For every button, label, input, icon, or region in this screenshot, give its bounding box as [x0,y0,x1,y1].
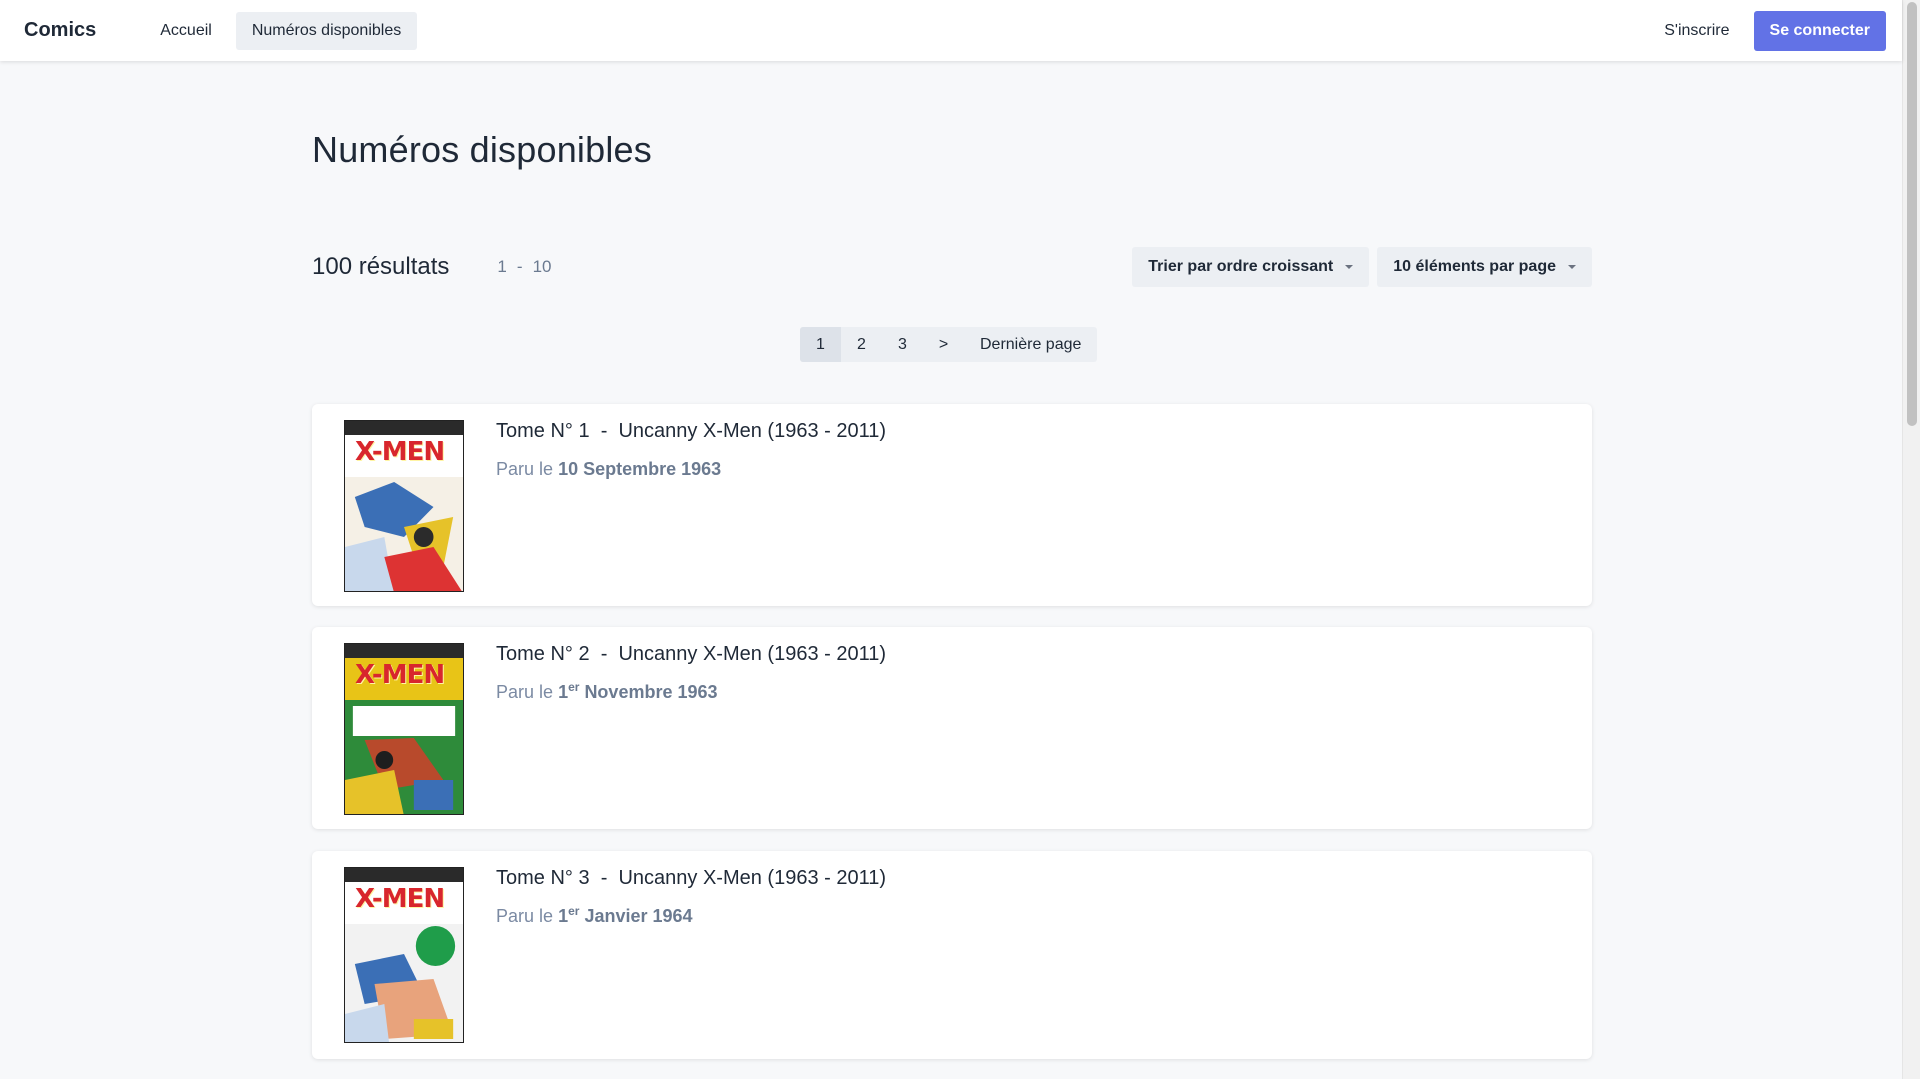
date-prefix: Paru le [496,459,554,479]
comic-release-date: Paru le 1er Janvier 1964 [496,904,693,927]
range-start: 1 [497,257,507,276]
cover-artwork [345,700,463,814]
chevron-down-icon [1345,265,1354,269]
date-prefix: Paru le [496,906,554,926]
list-controls: Trier par ordre croissant 10 éléments pa… [1132,247,1592,287]
cover-top-band [345,868,463,882]
results-range: 1-10 [497,257,551,277]
xmen-logo: X-MEN [355,660,445,690]
cover-artwork [345,477,463,591]
comic-cover-image[interactable]: X-MEN [344,420,464,592]
date-month-year: Janvier 1964 [584,906,693,926]
comic-title[interactable]: Tome N° 2 - Uncanny X-Men (1963 - 2011) [496,643,886,666]
date-day: 1 [558,906,569,926]
range-separator: - [516,257,523,276]
cover-top-band [345,421,463,435]
results-count: 100 résultats [312,253,450,280]
page-title: Numéros disponibles [312,129,652,170]
cover-artwork [345,924,463,1042]
last-page-button[interactable]: Dernière page [964,327,1097,362]
comic-release-date: Paru le 1er Novembre 1963 [496,680,718,703]
date-day: 10 [558,459,579,479]
results-toolbar: 100 résultats 1-10 Trier par ordre crois… [312,247,1592,287]
comic-cover-image[interactable]: X-MEN [344,867,464,1043]
items-per-page-label: 10 éléments par page [1393,258,1556,275]
comic-release-date: Paru le 10 Septembre 1963 [496,457,721,480]
date-prefix: Paru le [496,682,554,702]
date-ordinal: er [568,680,580,694]
nav-item-accueil[interactable]: Accueil [144,12,228,50]
scrollbar-thumb[interactable] [1907,2,1917,426]
date-day: 1 [558,682,569,702]
date-ordinal: er [568,904,580,918]
chevron-down-icon [1568,265,1576,269]
range-end: 10 [532,257,552,276]
cover-top-band [345,644,463,658]
comic-card[interactable]: X-MEN Tome N° 2 - Uncanny X-Men (1963 - … [312,627,1592,829]
page-button-3[interactable]: 3 [882,327,923,362]
page-button-2[interactable]: 2 [841,327,882,362]
xmen-logo: X-MEN [355,884,445,914]
comic-title[interactable]: Tome N° 1 - Uncanny X-Men (1963 - 2011) [496,420,886,443]
comic-card[interactable]: X-MEN Tome N° 3 - Uncanny X-Men (1963 - … [312,851,1592,1059]
brand-logo[interactable]: Comics [24,19,96,42]
comic-title[interactable]: Tome N° 3 - Uncanny X-Men (1963 - 2011) [496,867,886,890]
login-button[interactable]: Se connecter [1753,10,1886,51]
comic-cover-image[interactable]: X-MEN [344,643,464,815]
xmen-logo: X-MEN [355,437,445,467]
top-navbar: Comics Accueil Numéros disponibles S'ins… [0,0,1902,61]
comic-card[interactable]: X-MEN Tome N° 1 - Uncanny X-Men (1963 - … [312,404,1592,606]
page-scrollbar[interactable] [1902,0,1920,1079]
next-page-button[interactable]: > [923,327,964,362]
sort-order-label: Trier par ordre croissant [1148,258,1334,275]
items-per-page-dropdown[interactable]: 10 éléments par page [1377,247,1592,287]
page-button-1[interactable]: 1 [800,327,841,362]
signup-link[interactable]: S'inscrire [1664,22,1729,40]
pagination: 1 2 3 > Dernière page [800,327,1098,362]
sort-order-dropdown[interactable]: Trier par ordre croissant [1132,247,1370,287]
date-month-year: Septembre 1963 [583,459,722,479]
date-month-year: Novembre 1963 [584,682,718,702]
nav-item-numeros-disponibles[interactable]: Numéros disponibles [235,11,418,50]
